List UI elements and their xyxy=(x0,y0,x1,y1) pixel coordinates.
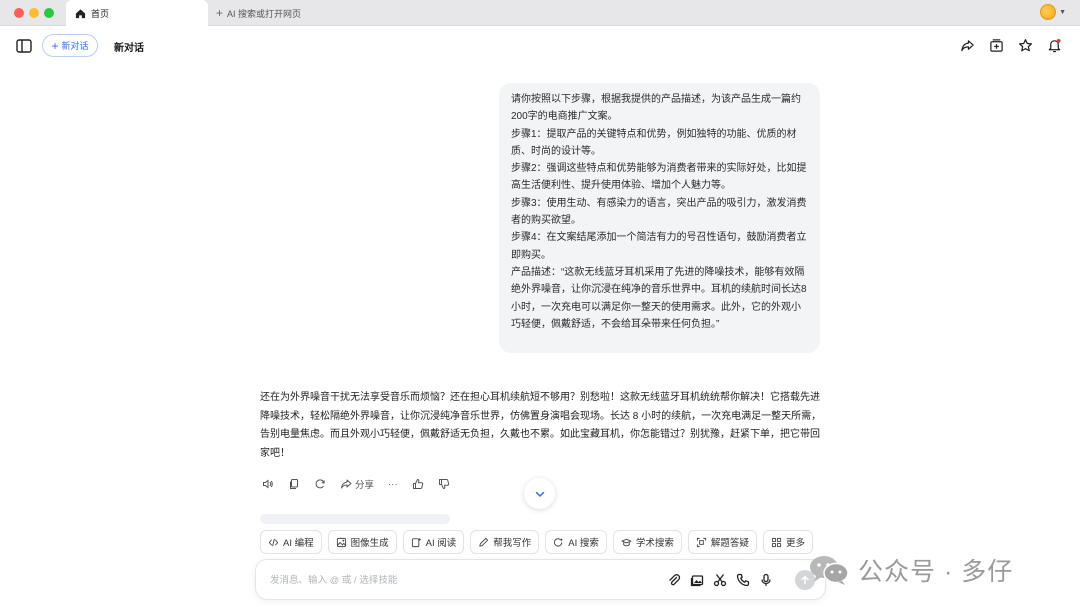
grid-icon xyxy=(771,537,782,547)
tab-home[interactable]: 首页 xyxy=(66,0,208,26)
like-button[interactable] xyxy=(412,478,424,490)
skill-chip-label: 帮我写作 xyxy=(493,538,532,549)
plus-icon: + xyxy=(51,38,59,53)
skill-chip-problem-solving[interactable]: 解题答疑 xyxy=(687,530,757,554)
skill-chip-writing[interactable]: 帮我写作 xyxy=(470,530,540,554)
skill-chip-label: 解题答疑 xyxy=(710,538,749,549)
message-actions: 分享 ··· xyxy=(262,477,450,491)
user-message-line: 步骤4：在文案结尾添加一个简洁有力的号召性语句，鼓励消费者立即购买。 xyxy=(511,232,807,261)
thumbs-down-icon xyxy=(438,479,449,489)
minimize-window-button[interactable] xyxy=(29,8,39,18)
watermark-text: 公众号 · 多仔 xyxy=(858,558,1014,586)
new-tab-label: AI 搜索或打开网页 xyxy=(227,8,302,19)
new-tab-button[interactable]: + AI 搜索或打开网页 xyxy=(216,0,301,26)
copy-button[interactable] xyxy=(288,478,300,490)
conversation-title: 新对话 xyxy=(114,43,144,54)
star-icon[interactable] xyxy=(1018,38,1033,53)
user-message-line: 步骤1：提取产品的关键特点和优势，例如独特的功能、优质的材质、时尚的设计等。 xyxy=(511,128,797,157)
code-icon xyxy=(268,538,279,546)
skill-chip-image-generation[interactable]: 图像生成 xyxy=(327,530,397,554)
skill-chip-ai-coding[interactable]: AI 编程 xyxy=(260,530,322,554)
skill-chip-ai-search[interactable]: AI 搜索 xyxy=(545,530,607,554)
user-message-bubble: 请你按照以下步骤，根据我提供的产品描述，为该产品生成一篇约200字的电商推广文案… xyxy=(499,83,820,353)
user-message-line: 请你按照以下步骤，根据我提供的产品描述，为该产品生成一篇约200字的电商推广文案… xyxy=(511,94,801,123)
share-label: 分享 xyxy=(355,480,375,491)
thumbs-up-icon xyxy=(412,479,423,489)
skill-chip-label: 学术搜索 xyxy=(635,538,674,549)
user-message-line: 产品描述：“这款无线蓝牙耳机采用了先进的降噪技术，能够有效隔绝外界噪音，让你沉浸… xyxy=(511,266,807,330)
skill-chip-academic-search[interactable]: 学术搜索 xyxy=(612,530,682,554)
home-icon xyxy=(75,8,86,18)
microphone-icon[interactable] xyxy=(759,573,773,587)
skill-chip-label: 更多 xyxy=(785,538,805,549)
save-download-icon[interactable] xyxy=(989,38,1004,53)
maximize-window-button[interactable] xyxy=(44,8,54,18)
pen-icon xyxy=(479,537,489,547)
watermark: 公众号 · 多仔 xyxy=(808,552,1013,588)
speaker-icon xyxy=(263,479,273,489)
chat-toolbar: + 新对话 新对话 xyxy=(0,26,1080,66)
read-aloud-button[interactable] xyxy=(262,478,274,490)
user-message-line: 步骤3：使用生动、有感染力的语言，突出产品的吸引力，激发消费者的购买欲望。 xyxy=(511,197,807,227)
chevron-down-icon: ▼ xyxy=(1059,8,1066,16)
sidebar-toggle-icon[interactable] xyxy=(16,39,32,53)
window-titlebar: 首页 + AI 搜索或打开网页 ▼ xyxy=(0,0,1080,26)
skill-chips: AI 编程 图像生成 AI 阅读 帮我写作 AI 搜索 学术搜索 解题答疑 更多 xyxy=(260,530,813,554)
tab-home-label: 首页 xyxy=(91,8,110,19)
assistant-message: 还在为外界噪音干扰无法享受音乐而烦恼？还在担心耳机续航短不够用？别愁啦！这款无线… xyxy=(260,392,822,459)
reading-icon xyxy=(411,537,421,547)
skill-chip-ai-reading[interactable]: AI 阅读 xyxy=(402,530,465,554)
paperclip-icon[interactable] xyxy=(667,573,681,587)
close-window-button[interactable] xyxy=(14,8,24,18)
refresh-icon xyxy=(315,479,325,489)
search-icon xyxy=(554,537,564,547)
message-composer xyxy=(255,559,826,600)
image-icon xyxy=(336,537,346,547)
user-message-line: 步骤2：强调这些特点和优势能够为消费者带来的实际好处，比如提高生活便利性、提升使… xyxy=(511,163,807,192)
share-message-button[interactable]: 分享 xyxy=(340,477,374,491)
chevron-down-icon xyxy=(535,491,544,497)
skill-chip-more[interactable]: 更多 xyxy=(762,530,813,554)
scroll-to-bottom-button[interactable] xyxy=(524,478,555,509)
copy-icon xyxy=(290,479,298,489)
share-icon xyxy=(341,479,352,489)
more-actions-button[interactable]: ··· xyxy=(388,479,398,490)
phone-icon[interactable] xyxy=(736,573,750,587)
graduation-cap-icon xyxy=(621,538,632,546)
skill-chip-label: AI 编程 xyxy=(283,538,314,549)
bell-icon[interactable] xyxy=(1047,38,1062,53)
camera-icon xyxy=(696,537,707,547)
wechat-logo-icon xyxy=(810,556,849,585)
share-icon[interactable] xyxy=(960,38,975,53)
image-upload-icon[interactable] xyxy=(690,573,704,587)
profile-menu[interactable]: ▼ xyxy=(1040,4,1066,20)
suggestion-placeholder xyxy=(260,514,450,524)
new-chat-label: 新对话 xyxy=(61,41,89,51)
skill-chip-label: AI 搜索 xyxy=(568,538,599,549)
scissors-icon[interactable] xyxy=(713,573,727,587)
avatar xyxy=(1040,4,1057,20)
skill-chip-label: 图像生成 xyxy=(350,538,389,549)
plus-icon: + xyxy=(216,6,224,20)
dislike-button[interactable] xyxy=(438,478,450,490)
skill-chip-label: AI 阅读 xyxy=(425,538,457,549)
regenerate-button[interactable] xyxy=(314,478,326,490)
new-chat-button[interactable]: + 新对话 xyxy=(42,34,98,57)
message-input[interactable] xyxy=(270,571,650,589)
